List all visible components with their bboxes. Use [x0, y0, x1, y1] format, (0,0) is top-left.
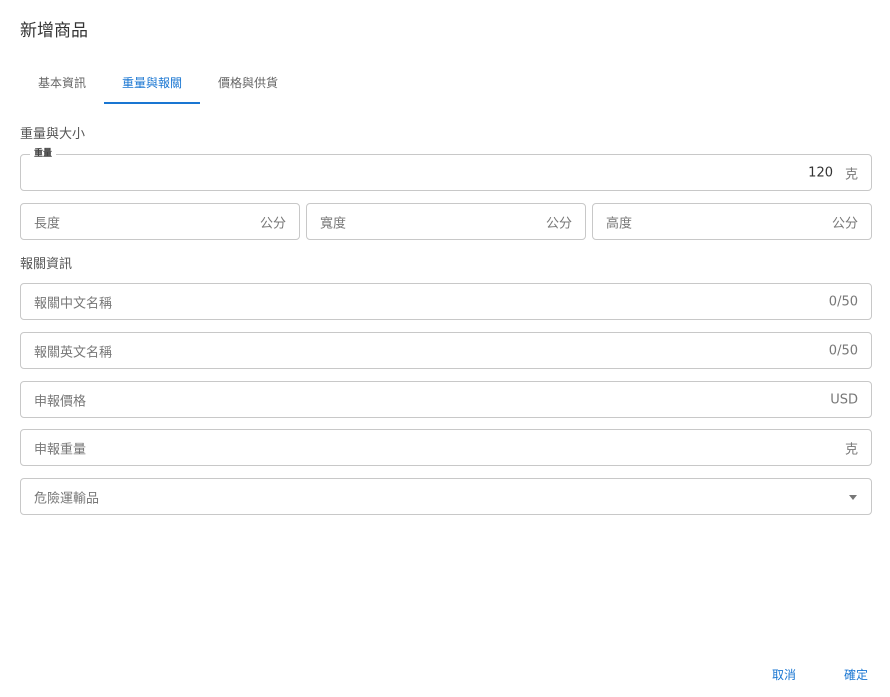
declared-weight-unit: 克: [844, 442, 858, 457]
weight-field-label: 重量: [30, 148, 57, 160]
weight-value: 120: [808, 165, 833, 180]
customs-name-en-field[interactable]: 報關英文名稱 0/50: [20, 332, 872, 369]
height-placeholder: 高度: [606, 216, 633, 231]
cancel-button[interactable]: 取消: [768, 664, 800, 685]
length-unit: 公分: [259, 216, 286, 231]
declared-price-currency: USD: [830, 392, 858, 407]
customs-name-zh-counter: 0/50: [828, 294, 858, 309]
declared-price-placeholder: 申報價格: [34, 394, 87, 409]
length-field[interactable]: 長度 公分: [20, 203, 300, 240]
width-field[interactable]: 寬度 公分: [306, 203, 586, 240]
declared-weight-field[interactable]: 申報重量 克: [20, 429, 872, 466]
height-unit: 公分: [831, 216, 858, 231]
height-field[interactable]: 高度 公分: [592, 203, 872, 240]
width-placeholder: 寬度: [320, 216, 347, 231]
declared-price-field[interactable]: 申報價格 USD: [20, 381, 872, 418]
section-title-weight-size: 重量與大小: [20, 127, 86, 142]
dropdown-arrow-icon[interactable]: [849, 494, 857, 500]
weight-unit: 克: [844, 167, 858, 182]
dialog-title: 新增商品: [20, 21, 88, 41]
dangerous-goods-select[interactable]: 危險運輸品: [20, 478, 872, 515]
dangerous-goods-placeholder: 危險運輸品: [34, 491, 100, 506]
length-placeholder: 長度: [34, 216, 61, 231]
declared-weight-placeholder: 申報重量: [34, 442, 87, 457]
tab-weight-customs[interactable]: 重量與報關: [104, 60, 201, 104]
customs-name-en-placeholder: 報關英文名稱: [34, 345, 113, 360]
weight-field[interactable]: 重量 120 克: [20, 148, 872, 191]
confirm-button[interactable]: 確定: [840, 664, 872, 685]
section-title-customs: 報關資訊: [20, 257, 73, 272]
width-unit: 公分: [545, 216, 572, 231]
customs-name-zh-placeholder: 報關中文名稱: [34, 296, 113, 311]
tab-basic-info[interactable]: 基本資訊: [20, 60, 104, 104]
customs-name-en-counter: 0/50: [828, 343, 858, 358]
customs-name-zh-field[interactable]: 報關中文名稱 0/50: [20, 283, 872, 320]
tab-price-supply[interactable]: 價格與供貨: [200, 60, 296, 104]
tab-bar: 基本資訊 重量與報關 價格與供貨: [20, 60, 296, 104]
